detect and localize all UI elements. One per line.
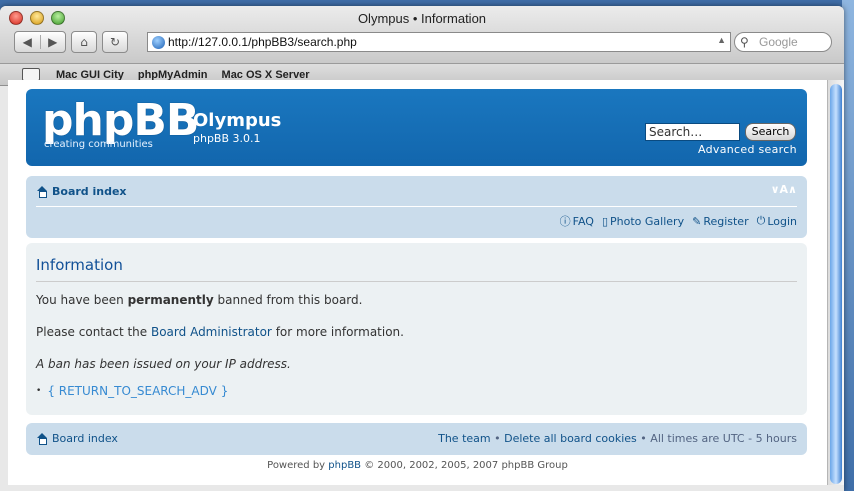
gallery-label: Photo Gallery — [610, 214, 685, 228]
ban-message: You have been permanently banned from th… — [36, 293, 362, 307]
powered-text: Powered by — [267, 460, 329, 471]
contact-text-post: for more information. — [271, 325, 404, 339]
web-content: phpBB creating communities Olympus phpBB… — [8, 80, 827, 485]
footer-board-index-link[interactable]: Board index — [52, 432, 118, 445]
gallery-icon: ▯ — [601, 214, 609, 228]
copyright: Powered by phpBB © 2000, 2002, 2005, 200… — [8, 460, 827, 471]
phpbb-link[interactable]: phpBB — [328, 460, 361, 471]
home-icon — [36, 433, 48, 445]
address-bar[interactable]: http://127.0.0.1/phpBB3/search.php ▲ — [147, 32, 731, 52]
home-icon: ⌂ — [80, 35, 88, 49]
board-administrator-link[interactable]: Board Administrator — [151, 325, 272, 339]
ip-ban-message: A ban has been issued on your IP address… — [36, 357, 291, 371]
separator: • — [494, 432, 505, 445]
back-arrow-icon[interactable]: ◀ — [15, 35, 41, 49]
globe-icon — [152, 36, 165, 49]
power-icon: ⏻ — [756, 214, 766, 227]
separator: • — [640, 432, 651, 445]
site-name: Olympus — [193, 110, 282, 131]
photo-gallery-link[interactable]: ▯ Photo Gallery — [602, 213, 684, 229]
contact-text-pre: Please contact the — [36, 325, 151, 339]
user-links: ⓘ FAQ ▯ Photo Gallery ✎ Register ⏻ Login — [560, 213, 797, 229]
login-label: Login — [767, 214, 797, 228]
faq-link[interactable]: ⓘ FAQ — [560, 213, 594, 229]
browser-search-field[interactable]: ⚲ Google — [734, 32, 832, 52]
forum-search-button[interactable]: Search — [745, 123, 796, 141]
login-link[interactable]: ⏻ Login — [757, 213, 797, 229]
reload-icon: ↻ — [109, 35, 121, 49]
ban-text-post: banned from this board. — [213, 293, 363, 307]
back-forward-buttons: ◀ ▶ — [14, 31, 66, 53]
footer-breadcrumb: Board index — [36, 432, 118, 445]
advanced-search-link[interactable]: Advanced search — [698, 143, 797, 156]
return-to-search-link[interactable]: { RETURN_TO_SEARCH_ADV } — [47, 384, 228, 398]
copyright-text: © 2000, 2002, 2005, 2007 phpBB Group — [361, 460, 568, 471]
home-icon — [36, 186, 48, 198]
bookmark-mac-gui-city[interactable]: Mac GUI City — [56, 69, 124, 81]
faq-label: FAQ — [572, 214, 594, 228]
question-icon: ⓘ — [559, 215, 571, 228]
timezone-text: All times are UTC - 5 hours — [650, 432, 797, 445]
search-icon: ⚲ — [740, 35, 749, 49]
scrollbar-thumb[interactable] — [830, 84, 842, 484]
register-label: Register — [703, 214, 749, 228]
window-title: Olympus • Information — [357, 11, 487, 26]
information-panel: Information You have been permanently ba… — [26, 243, 807, 415]
contact-message: Please contact the Board Administrator f… — [36, 325, 404, 339]
ban-text-bold: permanently — [127, 293, 214, 307]
forward-arrow-icon[interactable]: ▶ — [41, 35, 66, 49]
footer-navbar: Board index The team • Delete all board … — [26, 423, 807, 455]
font-size-toggle[interactable]: ∨A∧ — [771, 183, 797, 196]
bullet-icon: • — [36, 386, 42, 396]
address-text: http://127.0.0.1/phpBB3/search.php — [168, 35, 357, 49]
delete-cookies-link[interactable]: Delete all board cookies — [504, 432, 637, 445]
footer-links: The team • Delete all board cookies • Al… — [438, 432, 797, 445]
bookmark-mac-os-x-server[interactable]: Mac OS X Server — [222, 69, 310, 81]
register-link[interactable]: ✎ Register — [692, 213, 749, 229]
browser-search-placeholder: Google — [759, 35, 798, 49]
panel-title: Information — [36, 256, 123, 274]
forum-header: phpBB creating communities Olympus phpBB… — [26, 89, 807, 166]
vertical-scrollbar[interactable] — [827, 80, 844, 485]
the-team-link[interactable]: The team — [438, 432, 491, 445]
title-bar: Olympus • Information ◀ ▶ ⌂ ↻ http://127… — [0, 6, 844, 64]
ban-text-pre: You have been — [36, 293, 128, 307]
url-dropdown-icon[interactable]: ▲ — [717, 35, 726, 45]
bookmark-phpmyadmin[interactable]: phpMyAdmin — [138, 69, 208, 81]
navbar: Board index ∨A∧ ⓘ FAQ ▯ Photo Gallery ✎ Reg… — [26, 176, 807, 238]
toolbar: ◀ ▶ ⌂ ↻ — [14, 31, 128, 53]
logo-wordmark: phpBB — [42, 95, 199, 146]
reload-button[interactable]: ↻ — [102, 31, 128, 53]
phpbb-logo[interactable]: phpBB creating communities — [42, 95, 199, 151]
board-index-link[interactable]: Board index — [52, 185, 127, 198]
forum-search-input[interactable]: Search… — [645, 123, 740, 141]
breadcrumb: Board index — [36, 185, 127, 198]
home-button[interactable]: ⌂ — [71, 31, 97, 53]
return-link-row: • { RETURN_TO_SEARCH_ADV } — [36, 384, 228, 398]
divider — [36, 206, 797, 207]
pencil-icon: ✎ — [692, 214, 702, 228]
site-version: phpBB 3.0.1 — [193, 132, 261, 145]
divider — [36, 281, 797, 282]
